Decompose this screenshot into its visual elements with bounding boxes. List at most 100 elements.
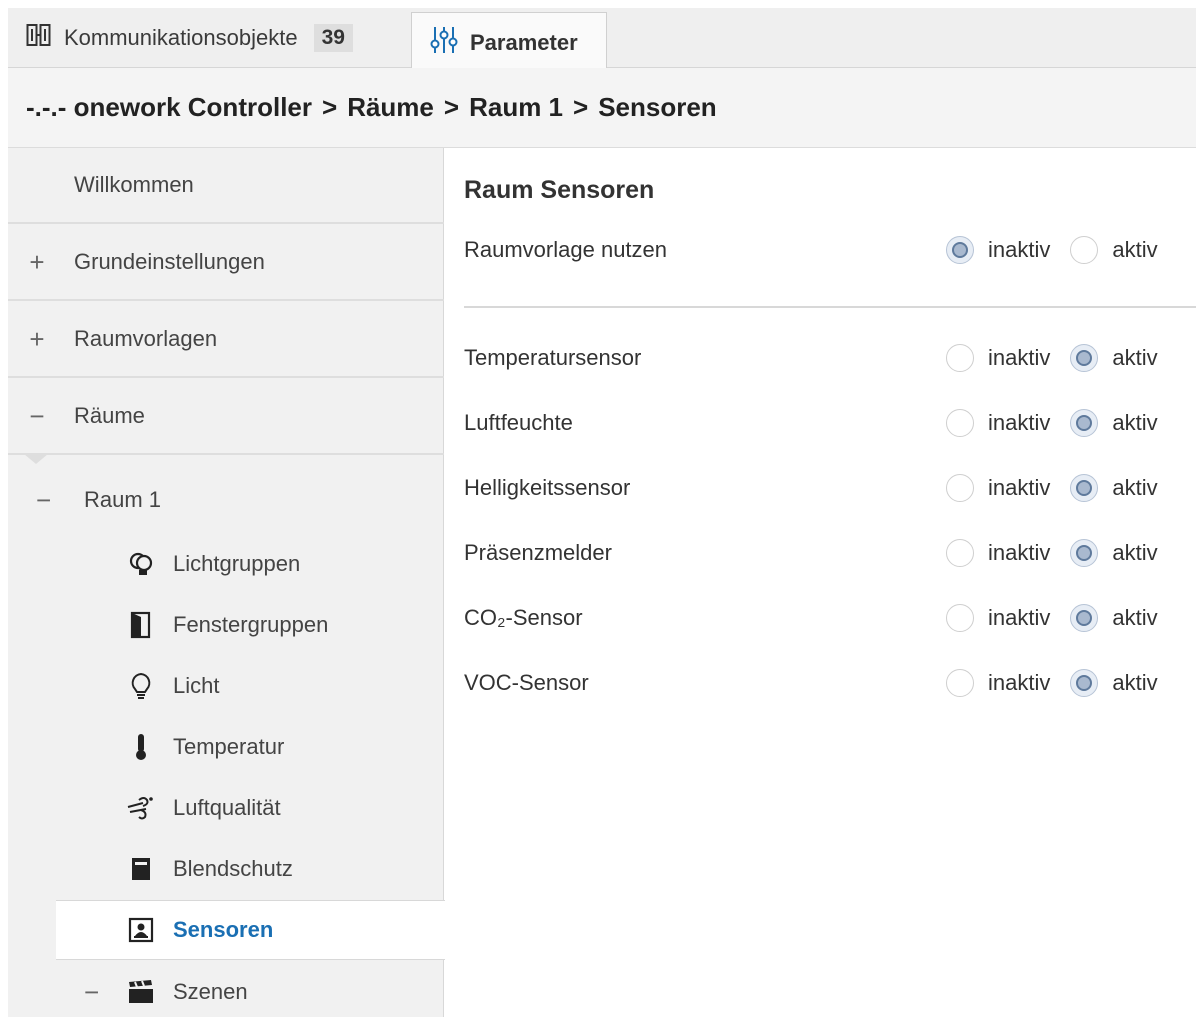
- radio-label-aktiv[interactable]: aktiv: [1112, 540, 1157, 566]
- sidebar-item-label: Raumvorlagen: [74, 326, 218, 351]
- expand-icon[interactable]: +: [26, 324, 48, 355]
- breadcrumb-item-current: Sensoren: [598, 92, 717, 122]
- sidebar-item-raum-1[interactable]: − Raum 1: [8, 470, 444, 530]
- sidebar-item-label: Sensoren: [173, 917, 274, 942]
- tab-communication-objects-label: Kommunikationsobjekte: [64, 25, 298, 50]
- radio-group: inaktiv aktiv: [946, 409, 1158, 437]
- radio-label-aktiv[interactable]: aktiv: [1112, 410, 1157, 436]
- sidebar-item-label: Willkommen: [74, 172, 194, 197]
- radio-label-inaktiv[interactable]: inaktiv: [988, 605, 1050, 631]
- sliders-icon: [430, 25, 458, 61]
- setting-label: Raumvorlage nutzen: [464, 237, 668, 262]
- sidebar-item-temperatur[interactable]: Temperatur: [56, 717, 444, 777]
- sidebar-item-label: Blendschutz: [173, 856, 293, 881]
- divider: [464, 306, 1196, 308]
- setting-label: CO₂-Sensor: [464, 605, 583, 630]
- setting-label: Temperatursensor: [464, 345, 642, 370]
- blind-icon: [126, 854, 156, 884]
- radio-label-aktiv[interactable]: aktiv: [1112, 237, 1157, 263]
- radio-label-aktiv[interactable]: aktiv: [1112, 345, 1157, 371]
- sidebar-item-label: Szenen: [173, 979, 248, 1004]
- radio-label-aktiv[interactable]: aktiv: [1112, 670, 1157, 696]
- setting-row-helligkeitssensor: Helligkeitssensor inaktiv aktiv: [464, 468, 1176, 508]
- setting-label: Helligkeitssensor: [464, 475, 631, 500]
- sensor-icon: [126, 915, 156, 945]
- sidebar-item-label: Raum 1: [84, 487, 162, 512]
- collapse-icon[interactable]: −: [36, 485, 51, 516]
- setting-row-co2-sensor: CO₂-Sensor inaktiv aktiv: [464, 598, 1176, 638]
- radio-inaktiv[interactable]: [946, 344, 974, 372]
- sidebar-item-willkommen[interactable]: Willkommen: [8, 148, 444, 224]
- breadcrumb-item[interactable]: Raum 1: [469, 92, 563, 123]
- radio-aktiv[interactable]: [1070, 236, 1099, 264]
- breadcrumb-separator: >: [322, 92, 338, 122]
- radio-label-inaktiv[interactable]: inaktiv: [988, 237, 1050, 263]
- radio-group: inaktiv aktiv: [946, 344, 1158, 372]
- parameter-panel: Raum Sensoren Raumvorlage nutzen inaktiv…: [444, 148, 1196, 1017]
- radio-label-inaktiv[interactable]: inaktiv: [988, 475, 1050, 501]
- clapper-icon: [126, 977, 156, 1007]
- sidebar-item-label: Lichtgruppen: [173, 551, 301, 576]
- radio-group: inaktiv aktiv: [946, 474, 1158, 502]
- collapse-icon[interactable]: −: [84, 977, 99, 1008]
- setting-label: Präsenzmelder: [464, 540, 612, 565]
- setting-label: VOC-Sensor: [464, 670, 589, 695]
- radio-aktiv[interactable]: [1070, 539, 1099, 567]
- radio-label-inaktiv[interactable]: inaktiv: [988, 670, 1050, 696]
- setting-row-raumvorlage: Raumvorlage nutzen inaktiv aktiv: [464, 230, 1176, 270]
- sidebar-item-lichtgruppen[interactable]: Lichtgruppen: [56, 534, 444, 594]
- tab-bar: Kommunikationsobjekte 39 Parameter: [8, 8, 1196, 73]
- radio-aktiv[interactable]: [1070, 409, 1099, 437]
- radio-inaktiv[interactable]: [946, 604, 974, 632]
- communication-objects-icon: [26, 23, 52, 53]
- breadcrumb-separator: >: [443, 92, 460, 122]
- tree-caret: [24, 454, 48, 464]
- setting-row-praesenzmelder: Präsenzmelder inaktiv aktiv: [464, 533, 1176, 573]
- tab-communication-objects[interactable]: Kommunikationsobjekte 39: [26, 8, 353, 68]
- bulb-icon: [126, 671, 156, 701]
- radio-inaktiv[interactable]: [946, 539, 974, 567]
- sidebar-item-grundeinstellungen[interactable]: + Grundeinstellungen: [8, 225, 444, 301]
- sidebar-item-raumvorlagen[interactable]: + Raumvorlagen: [8, 302, 444, 378]
- radio-aktiv[interactable]: [1070, 604, 1099, 632]
- radio-label-inaktiv[interactable]: inaktiv: [988, 540, 1050, 566]
- breadcrumb: -.-.- onework Controller > Räume > Raum …: [8, 68, 1196, 148]
- sidebar-item-label: Fenstergruppen: [173, 612, 329, 637]
- collapse-icon[interactable]: −: [26, 401, 48, 432]
- radio-inaktiv[interactable]: [946, 236, 974, 264]
- radio-inaktiv[interactable]: [946, 474, 974, 502]
- breadcrumb-item[interactable]: Räume: [347, 92, 434, 123]
- sidebar-item-label: Licht: [173, 673, 220, 698]
- radio-label-aktiv[interactable]: aktiv: [1112, 605, 1157, 631]
- radio-label-aktiv[interactable]: aktiv: [1112, 475, 1157, 501]
- radio-inaktiv[interactable]: [946, 409, 974, 437]
- tab-parameter[interactable]: Parameter: [411, 12, 607, 73]
- sidebar-item-blendschutz[interactable]: Blendschutz: [56, 839, 444, 899]
- sidebar-item-luftqualitaet[interactable]: Luftqualität: [56, 778, 444, 838]
- radio-group: inaktiv aktiv: [946, 604, 1158, 632]
- sidebar-item-raeume[interactable]: − Räume: [8, 379, 444, 455]
- setting-row-voc-sensor: VOC-Sensor inaktiv aktiv: [464, 663, 1176, 703]
- count-badge: 39: [313, 24, 353, 52]
- radio-label-inaktiv[interactable]: inaktiv: [988, 410, 1050, 436]
- section-title: Raum Sensoren: [464, 176, 655, 204]
- radio-inaktiv[interactable]: [946, 669, 974, 697]
- sidebar: Willkommen + Grundeinstellungen + Raumvo…: [8, 148, 445, 1017]
- sidebar-item-szenen[interactable]: − Szenen: [56, 962, 444, 1022]
- wind-icon: [126, 793, 156, 823]
- sidebar-item-label: Temperatur: [173, 734, 285, 759]
- radio-aktiv[interactable]: [1070, 474, 1099, 502]
- bulb-group-icon: [126, 549, 156, 579]
- radio-aktiv[interactable]: [1070, 344, 1099, 372]
- thermometer-icon: [126, 732, 156, 762]
- setting-row-luftfeuchte: Luftfeuchte inaktiv aktiv: [464, 403, 1176, 443]
- breadcrumb-item[interactable]: -.-.- onework Controller: [26, 92, 312, 123]
- expand-icon[interactable]: +: [26, 247, 48, 278]
- sidebar-item-sensoren[interactable]: Sensoren: [56, 900, 445, 960]
- sidebar-item-label: Luftqualität: [173, 795, 281, 820]
- sidebar-item-fenstergruppen[interactable]: Fenstergruppen: [56, 595, 444, 655]
- radio-label-inaktiv[interactable]: inaktiv: [988, 345, 1050, 371]
- radio-aktiv[interactable]: [1070, 669, 1099, 697]
- tab-parameter-label: Parameter: [470, 30, 578, 55]
- sidebar-item-licht[interactable]: Licht: [56, 656, 444, 716]
